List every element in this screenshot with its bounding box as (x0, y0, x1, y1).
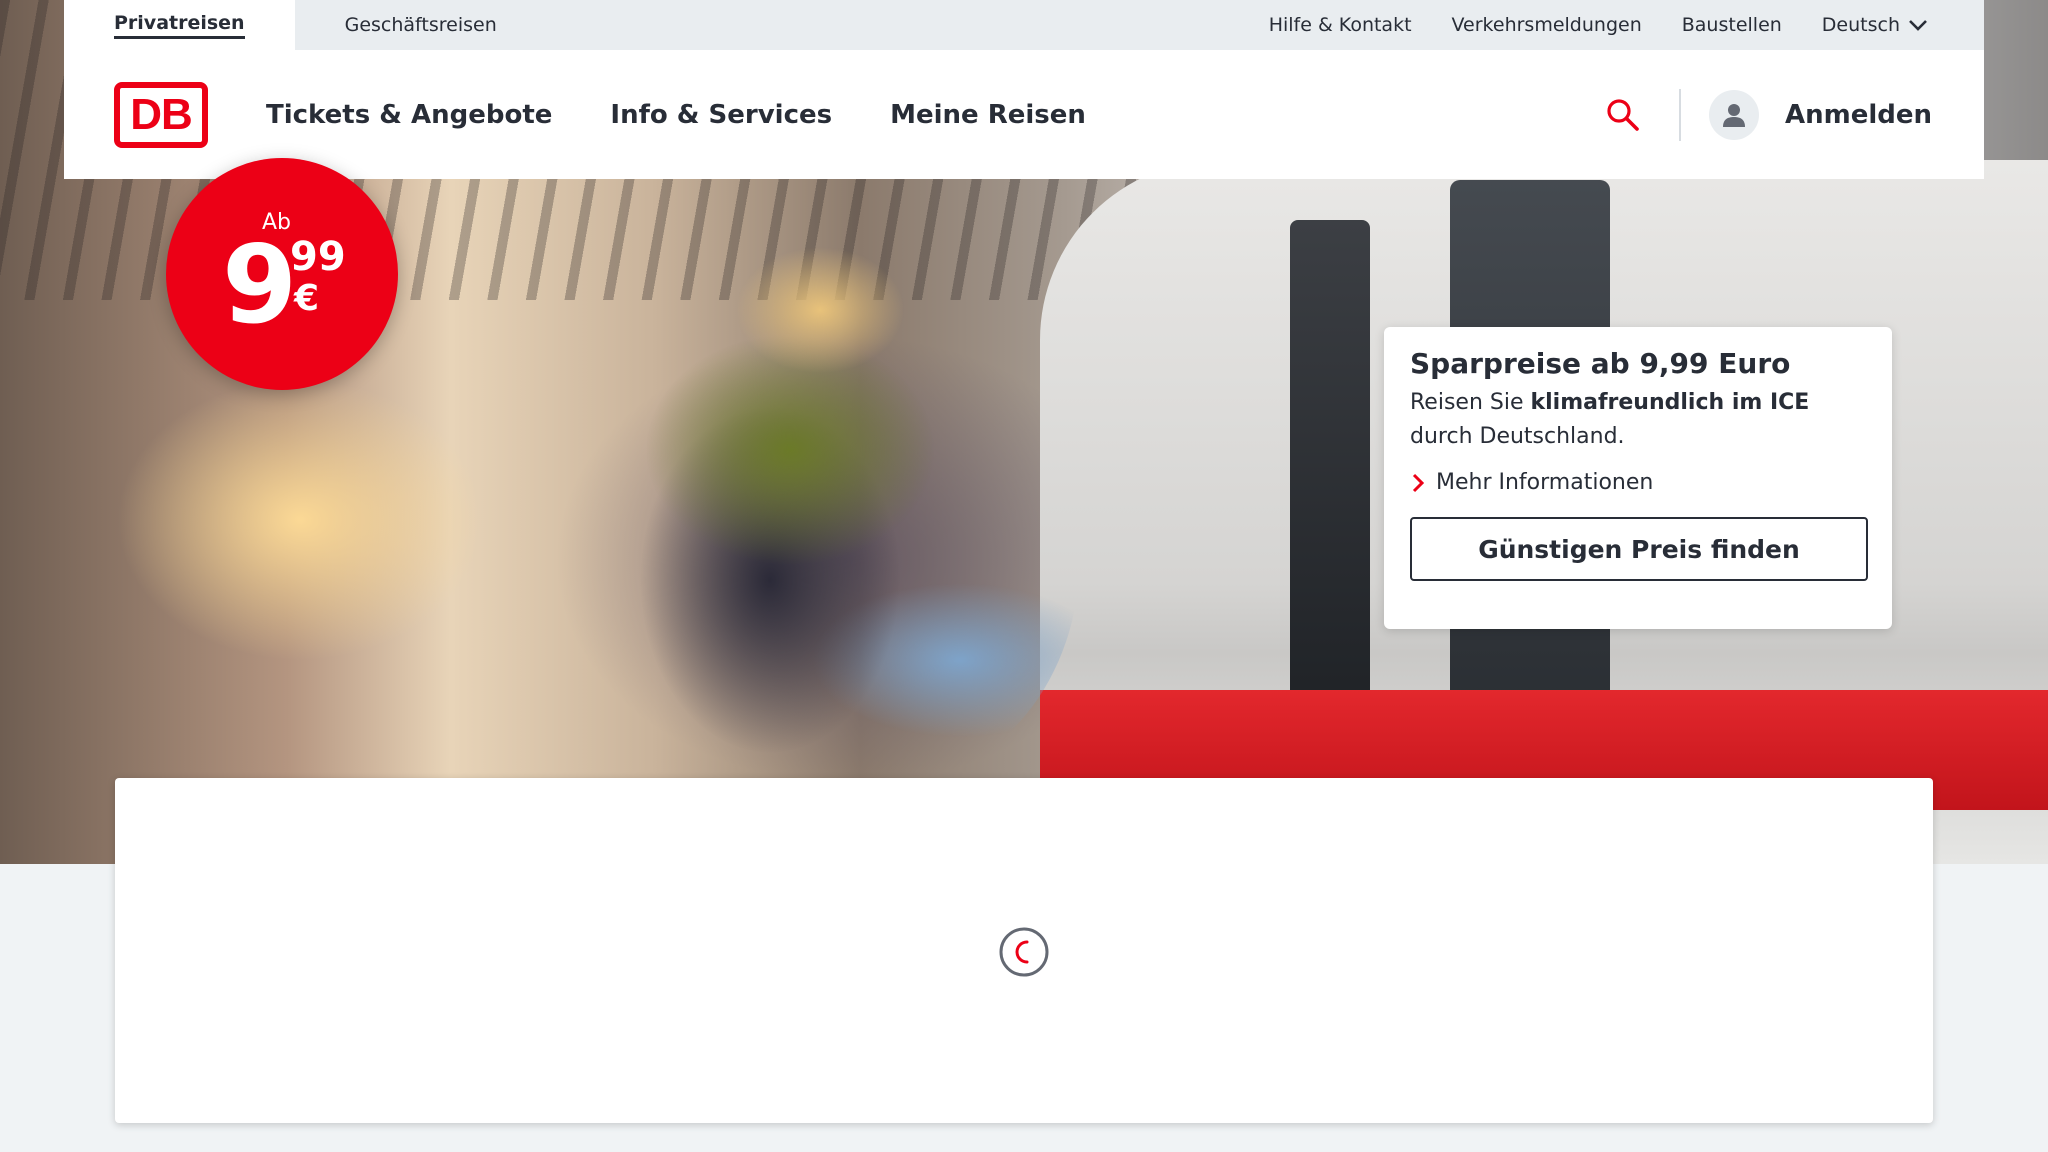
find-price-button[interactable]: Günstigen Preis finden (1410, 517, 1868, 581)
user-icon (1722, 103, 1745, 127)
nav-info-services[interactable]: Info & Services (610, 100, 832, 130)
badge-cents: 99 (290, 234, 346, 280)
header-divider (1678, 88, 1681, 141)
header-tools: Anmelden (1603, 88, 1984, 141)
teaser-title: Sparpreise ab 9,99 Euro (1410, 347, 1791, 380)
chevron-right-icon (1412, 473, 1425, 492)
main-navigation: Tickets & Angebote Info & Services Meine… (266, 100, 1086, 130)
avatar[interactable] (1708, 89, 1759, 140)
link-verkehrsmeldungen[interactable]: Verkehrsmeldungen (1452, 14, 1642, 36)
link-hilfe-kontakt[interactable]: Hilfe & Kontakt (1269, 14, 1412, 36)
badge-euros: 9 (222, 223, 298, 348)
link-baustellen[interactable]: Baustellen (1682, 14, 1782, 36)
more-info-label: Mehr Informationen (1436, 470, 1654, 495)
offer-teaser-card: Sparpreise ab 9,99 Euro Reisen Sie klima… (1384, 327, 1892, 629)
meta-navigation: Privatreisen Geschäftsreisen Hilfe & Kon… (64, 0, 1984, 50)
tab-geschaeftsreisen[interactable]: Geschäftsreisen (295, 0, 547, 50)
loading-spinner-icon (999, 927, 1049, 977)
meta-links: Hilfe & Kontakt Verkehrsmeldungen Bauste… (1269, 14, 1984, 36)
search-button[interactable] (1603, 95, 1643, 135)
language-selector[interactable]: Deutsch (1822, 14, 1928, 36)
nav-tickets-angebote[interactable]: Tickets & Angebote (266, 100, 552, 130)
chevron-down-icon (1909, 20, 1927, 31)
nav-meine-reisen[interactable]: Meine Reisen (890, 100, 1086, 130)
tab-label: Geschäftsreisen (344, 14, 497, 36)
train-window (1290, 220, 1370, 720)
teaser-text-after: durch Deutschland. (1410, 424, 1625, 449)
booking-panel (115, 778, 1933, 1123)
db-logo[interactable]: DB (114, 81, 208, 148)
price-badge: Ab 9 99 € (166, 158, 398, 390)
teaser-text: Reisen Sie klimafreundlich im ICE durch … (1410, 386, 1866, 454)
teaser-text-before: Reisen Sie (1410, 390, 1531, 415)
search-icon (1607, 98, 1639, 131)
more-info-link[interactable]: Mehr Informationen (1410, 470, 1866, 495)
logo-text: DB (130, 89, 193, 139)
teaser-text-bold: klimafreundlich im ICE (1530, 390, 1810, 415)
hugging-couple (620, 220, 1080, 780)
tab-label: Privatreisen (114, 12, 245, 39)
login-link[interactable]: Anmelden (1785, 100, 1932, 130)
badge-currency: € (294, 278, 320, 319)
main-header: DB Tickets & Angebote Info & Services Me… (64, 50, 1984, 179)
tab-privatreisen[interactable]: Privatreisen (64, 0, 295, 50)
language-label: Deutsch (1821, 14, 1900, 36)
